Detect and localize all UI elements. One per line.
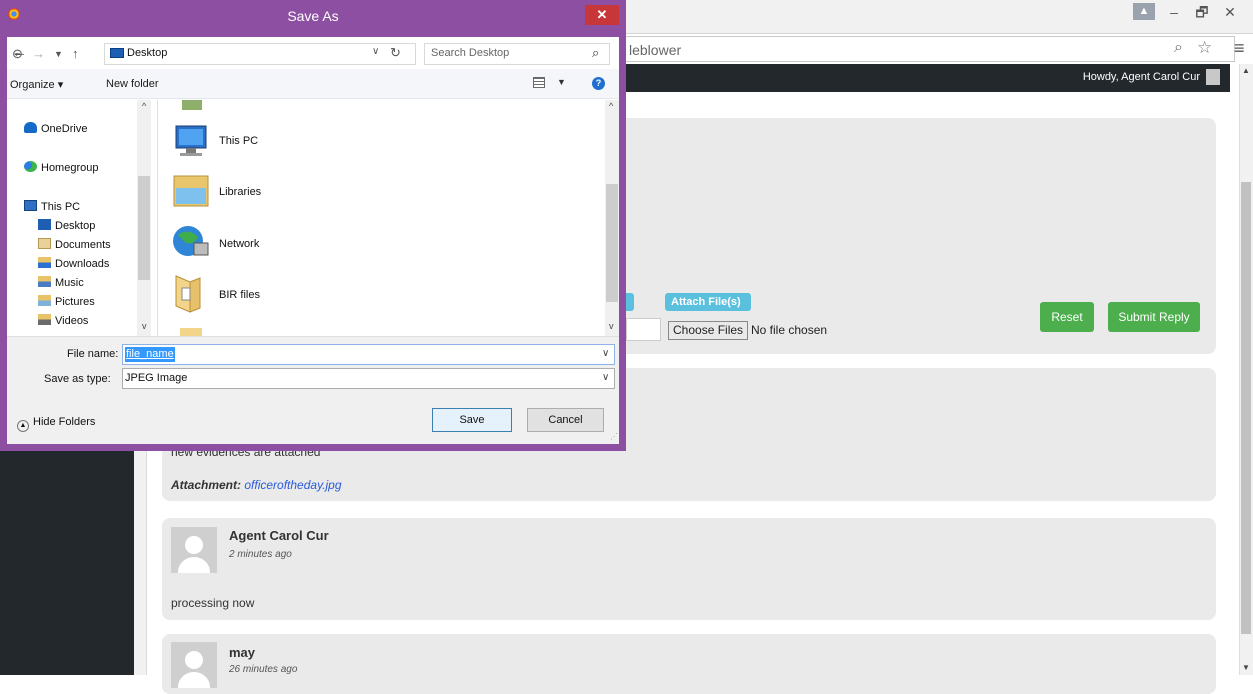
message-text: processing now [171, 596, 255, 610]
forward-arrow-icon[interactable]: → [32, 46, 45, 61]
file-name-input[interactable] [122, 344, 615, 365]
tree-item-documents[interactable]: Documents [38, 238, 111, 251]
help-icon[interactable]: ? [592, 77, 605, 90]
cancel-button[interactable]: Cancel [527, 408, 604, 432]
tree-item-homegroup[interactable]: Homegroup [24, 161, 98, 174]
tree-item-desktop[interactable]: Desktop [38, 219, 95, 232]
reply-input-partial[interactable] [626, 318, 661, 341]
organize-menu[interactable]: Organize ▾ [10, 78, 63, 91]
tree-item-downloads[interactable]: Downloads [38, 257, 109, 270]
author-avatar [171, 527, 217, 573]
desktop-icon [110, 48, 124, 58]
profile-button[interactable]: ▲ [1133, 3, 1155, 20]
bookmark-star-icon[interactable]: ☆ [1197, 38, 1212, 58]
up-arrow-icon[interactable]: ↑ [72, 46, 79, 61]
zoom-icon[interactable]: ⌕ [1174, 39, 1183, 57]
partial-folder-icon [180, 328, 202, 336]
tree-item-videos[interactable]: Videos [38, 314, 88, 327]
menu-icon[interactable]: ≡ [1234, 38, 1245, 59]
attachment-link[interactable]: officeroftheday.jpg [244, 478, 341, 492]
save-as-type-label: Save as type: [44, 373, 111, 385]
file-item-network[interactable]: Network [219, 238, 259, 250]
user-avatar[interactable] [1206, 69, 1220, 85]
view-options-icon[interactable] [533, 77, 545, 88]
view-dropdown-icon[interactable]: ▼ [557, 77, 566, 87]
page-scroll-thumb[interactable] [1241, 182, 1251, 634]
scroll-up-arrow-icon[interactable]: ▲ [1242, 66, 1250, 75]
file-name-dropdown-icon[interactable]: ∨ [602, 348, 609, 359]
back-button[interactable]: ← [12, 44, 27, 61]
no-file-chosen-text: No file chosen [751, 323, 828, 337]
path-text: Desktop [127, 47, 168, 59]
search-icon[interactable]: ⌕ [592, 45, 599, 61]
minimize-button[interactable]: – [1160, 2, 1188, 22]
partial-folder-icon [182, 100, 202, 110]
format-button-partial[interactable] [626, 293, 634, 311]
refresh-icon[interactable]: ↻ [390, 45, 401, 61]
documents-icon [38, 238, 51, 249]
file-list-scroll-thumb[interactable] [606, 184, 618, 302]
dialog-title: Save As [287, 8, 339, 24]
file-item-libraries[interactable]: Libraries [219, 186, 261, 198]
file-item-this-pc[interactable]: This PC [219, 135, 258, 147]
network-icon[interactable] [170, 221, 212, 263]
resize-grip-icon[interactable]: ⋰ [610, 432, 618, 441]
videos-icon [38, 314, 51, 325]
desktop-icon [38, 219, 51, 230]
attachment-label: Attachment: [171, 478, 242, 492]
tree-item-pictures[interactable]: Pictures [38, 295, 95, 308]
downloads-icon [38, 257, 51, 268]
hide-folders-button[interactable]: ▲ Hide Folders [17, 416, 95, 432]
nav-pane-scroll-thumb[interactable] [138, 176, 150, 280]
attach-files-label: Attach File(s) [665, 293, 751, 311]
message-time: 26 minutes ago [229, 664, 298, 675]
save-as-type-select[interactable] [122, 368, 615, 389]
address-bar[interactable]: leblower [620, 36, 1235, 62]
browser-close-button[interactable]: ✕ [1216, 2, 1244, 22]
dialog-close-button[interactable]: ✕ [585, 5, 619, 25]
tree-item-onedrive[interactable]: OneDrive [24, 122, 87, 135]
scroll-down-arrow-icon[interactable]: v [609, 321, 614, 331]
recent-dropdown-icon[interactable]: ▼ [54, 49, 63, 59]
scroll-down-arrow-icon[interactable]: ▼ [1242, 663, 1250, 672]
scroll-up-arrow-icon[interactable]: ^ [609, 101, 613, 111]
restore-button[interactable]: 🗗 [1188, 2, 1216, 22]
folder-icon[interactable] [170, 272, 212, 314]
scroll-down-arrow-icon[interactable]: v [142, 321, 147, 331]
new-folder-button[interactable]: New folder [106, 78, 159, 90]
file-item-bir-files[interactable]: BIR files [219, 289, 260, 301]
cloud-icon [24, 122, 37, 133]
libraries-icon[interactable] [170, 170, 212, 212]
computer-icon[interactable] [170, 120, 212, 162]
file-name-label: File name: [67, 348, 119, 360]
message-card [162, 634, 1216, 694]
tree-item-this-pc[interactable]: This PC [24, 200, 80, 213]
computer-icon [24, 200, 37, 211]
file-name-value[interactable]: file_name [125, 347, 175, 362]
music-icon [38, 276, 51, 287]
chevron-up-icon: ▲ [17, 420, 29, 432]
homegroup-icon [24, 161, 37, 172]
choose-files-button[interactable]: Choose Files [668, 321, 749, 340]
save-button[interactable]: Save [432, 408, 512, 432]
pictures-icon [38, 295, 51, 306]
reset-button[interactable]: Reset [1040, 302, 1094, 332]
author-name: Agent Carol Cur [229, 528, 329, 543]
howdy-user-link[interactable]: Howdy, Agent Carol Cur [1083, 71, 1200, 83]
author-name: may [229, 645, 256, 660]
message-time: 2 minutes ago [229, 549, 292, 560]
scroll-up-arrow-icon[interactable]: ^ [142, 101, 146, 111]
save-as-type-dropdown-icon[interactable]: ∨ [602, 372, 609, 383]
author-avatar [171, 642, 217, 688]
search-placeholder: Search Desktop [431, 47, 510, 59]
address-text: leblower [629, 42, 682, 58]
path-dropdown-icon[interactable]: ∨ [372, 46, 379, 57]
tree-item-music[interactable]: Music [38, 276, 84, 289]
dialog-toolbar [7, 69, 619, 99]
submit-reply-button[interactable]: Submit Reply [1108, 302, 1200, 332]
save-as-type-value: JPEG Image [125, 372, 188, 384]
